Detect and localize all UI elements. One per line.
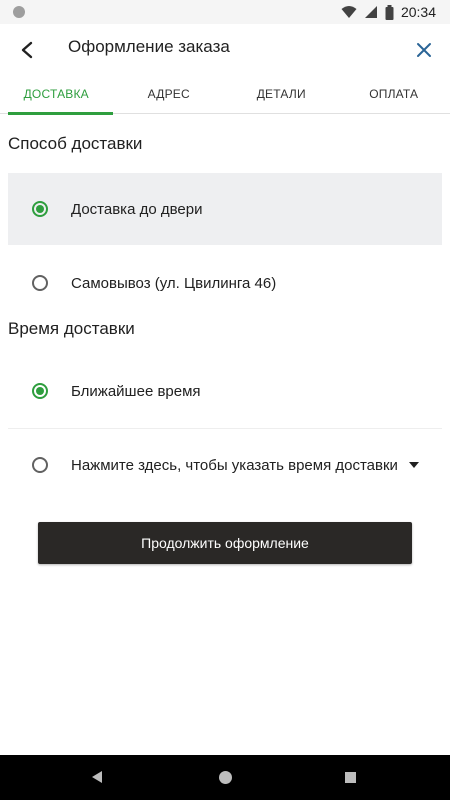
system-nav-bar xyxy=(0,755,450,800)
radio-pickup[interactable] xyxy=(32,275,48,291)
tab-address[interactable]: АДРЕС xyxy=(113,74,226,114)
tab-details[interactable]: ДЕТАЛИ xyxy=(225,74,338,114)
wifi-icon xyxy=(341,6,357,18)
arrow-back-icon xyxy=(21,41,33,59)
delivery-method-title: Способ доставки xyxy=(8,134,143,153)
chevron-down-icon[interactable] xyxy=(409,462,419,468)
option-label: Нажмите здесь, чтобы указать время доста… xyxy=(71,456,398,474)
option-door-delivery[interactable]: Доставка до двери xyxy=(8,173,442,245)
back-button[interactable] xyxy=(14,37,40,63)
option-nearest-time[interactable]: Ближайшее время xyxy=(8,355,442,427)
continue-button[interactable]: Продолжить оформление xyxy=(38,522,412,564)
tab-payment[interactable]: ОПЛАТА xyxy=(338,74,450,114)
option-label: Ближайшее время xyxy=(71,382,201,400)
nav-back-icon[interactable] xyxy=(92,771,102,783)
notification-dot-icon xyxy=(13,6,25,18)
tab-delivery[interactable]: ДОСТАВКА xyxy=(0,74,113,115)
option-label: Самовывоз (ул. Цвилинга 46) xyxy=(71,274,277,292)
close-icon xyxy=(417,43,431,57)
nav-recents-icon[interactable] xyxy=(345,772,356,783)
status-time: 20:34 xyxy=(400,4,436,20)
delivery-time-title: Время доставки xyxy=(8,319,135,338)
app-bar: Оформление заказа xyxy=(0,24,450,74)
status-bar: 20:34 xyxy=(0,0,450,24)
page-title: Оформление заказа xyxy=(68,37,230,56)
status-icons: 20:34 xyxy=(341,0,436,24)
close-button[interactable] xyxy=(410,36,438,64)
signal-icon xyxy=(364,6,377,18)
option-pickup[interactable]: Самовывоз (ул. Цвилинга 46) xyxy=(8,247,442,319)
checkout-tabs: ДОСТАВКА АДРЕС ДЕТАЛИ ОПЛАТА xyxy=(0,74,450,115)
radio-door-delivery[interactable] xyxy=(32,201,48,217)
nav-home-icon[interactable] xyxy=(219,771,232,784)
option-choose-time[interactable]: Нажмите здесь, чтобы указать время доста… xyxy=(8,429,442,501)
battery-icon xyxy=(385,4,394,20)
radio-choose-time[interactable] xyxy=(32,457,48,473)
radio-nearest-time[interactable] xyxy=(32,383,48,399)
option-label: Доставка до двери xyxy=(71,200,203,218)
